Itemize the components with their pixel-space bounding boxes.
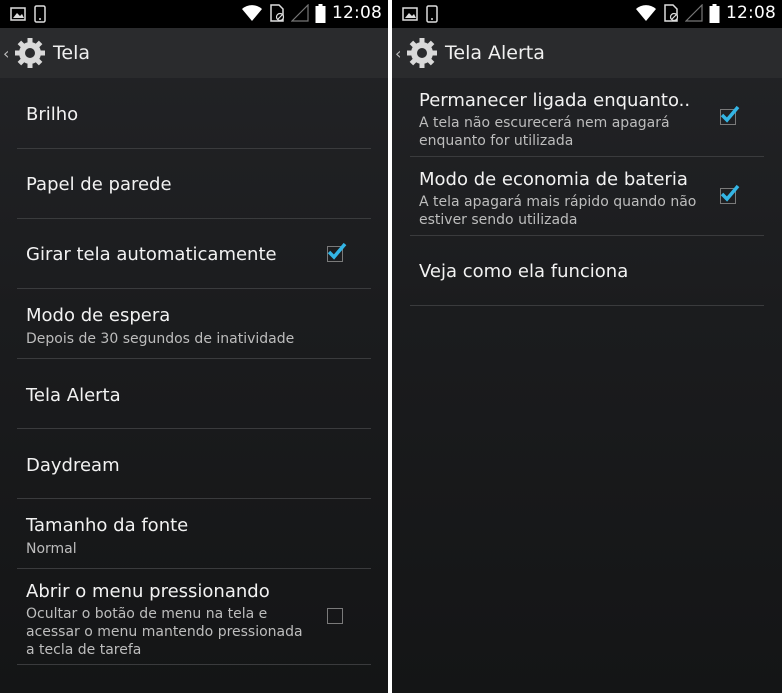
setting-summary-line: A tela não escurecerá nem apagará	[419, 115, 670, 131]
setting-modo-economia[interactable]: Modo de economia de bateria A tela apaga…	[410, 157, 764, 236]
setting-tela-alerta[interactable]: Tela Alerta	[17, 359, 371, 429]
setting-summary-line: A tela apagará mais rápido quando não	[419, 194, 697, 210]
clock: 12:08	[726, 3, 776, 23]
back-chevron-icon[interactable]: ‹	[395, 44, 405, 63]
setting-title: Veja como ela funciona	[419, 261, 629, 282]
screen-tela-alerta: 12:08 ‹ Tela Alerta Permanecer ligada en…	[392, 0, 782, 693]
page-title: Tela	[53, 42, 90, 64]
setting-title: Abrir o menu pressionando	[26, 581, 270, 602]
screen-tela: 12:08 ‹ Tela Brilho Papel de parede Gira…	[0, 0, 388, 693]
checkbox-icon[interactable]	[720, 184, 740, 204]
setting-title: Daydream	[26, 455, 120, 476]
setting-summary: Normal	[26, 541, 77, 557]
setting-title: Tela Alerta	[26, 385, 121, 406]
gear-icon[interactable]	[13, 36, 47, 70]
battery-icon	[709, 3, 720, 23]
setting-title: Permanecer ligada enquanto..	[419, 90, 691, 111]
checkbox-icon[interactable]	[720, 105, 740, 125]
setting-tamanho-da-fonte[interactable]: Tamanho da fonte Normal	[17, 499, 371, 569]
setting-title: Modo de espera	[26, 305, 171, 326]
setting-daydream[interactable]: Daydream	[17, 429, 371, 499]
action-bar[interactable]: ‹ Tela	[0, 28, 388, 78]
battery-icon	[315, 3, 326, 23]
setting-modo-de-espera[interactable]: Modo de espera Depois de 30 segundos de …	[17, 289, 371, 359]
page-title: Tela Alerta	[445, 42, 545, 64]
gear-icon[interactable]	[405, 36, 439, 70]
status-bar: 12:08	[392, 0, 782, 28]
checkbox-icon[interactable]	[327, 242, 347, 262]
settings-list: Permanecer ligada enquanto.. A tela não …	[410, 78, 764, 306]
status-bar: 12:08	[0, 0, 388, 28]
setting-summary-line: acessar o menu mantendo pressionada	[26, 624, 303, 640]
no-sim-icon	[664, 4, 679, 22]
setting-title: Papel de parede	[26, 174, 172, 195]
setting-summary-line: estiver sendo utilizada	[419, 212, 578, 228]
setting-title: Brilho	[26, 104, 79, 125]
settings-list: Brilho Papel de parede Girar tela automa…	[17, 78, 371, 665]
setting-title: Tamanho da fonte	[26, 515, 189, 536]
setting-girar-tela[interactable]: Girar tela automaticamente	[17, 219, 371, 289]
setting-brilho[interactable]: Brilho	[17, 78, 371, 149]
clock: 12:08	[332, 3, 382, 23]
setting-summary-line: a tecla de tarefa	[26, 642, 142, 658]
setting-papel-de-parede[interactable]: Papel de parede	[17, 149, 371, 219]
setting-veja-como-funciona[interactable]: Veja como ela funciona	[410, 236, 764, 306]
phone-icon	[426, 5, 438, 23]
wifi-icon	[242, 5, 262, 21]
setting-abrir-o-menu[interactable]: Abrir o menu pressionando Ocultar o botã…	[17, 569, 371, 665]
phone-icon	[34, 5, 46, 23]
no-sim-icon	[270, 4, 285, 22]
wifi-icon	[636, 5, 656, 21]
setting-summary-line: Ocultar o botão de menu na tela e	[26, 606, 268, 622]
setting-title: Modo de economia de bateria	[419, 169, 688, 190]
setting-title: Girar tela automaticamente	[26, 244, 277, 265]
back-chevron-icon[interactable]: ‹	[3, 44, 13, 63]
image-icon	[402, 7, 418, 21]
checkbox-icon[interactable]	[327, 608, 343, 624]
setting-permanecer-ligada[interactable]: Permanecer ligada enquanto.. A tela não …	[410, 78, 764, 157]
signal-icon	[291, 4, 309, 22]
setting-summary-line: enquanto for utilizada	[419, 133, 574, 149]
image-icon	[10, 7, 26, 21]
action-bar[interactable]: ‹ Tela Alerta	[392, 28, 782, 78]
setting-summary: Depois de 30 segundos de inatividade	[26, 331, 295, 347]
signal-icon	[685, 4, 703, 22]
